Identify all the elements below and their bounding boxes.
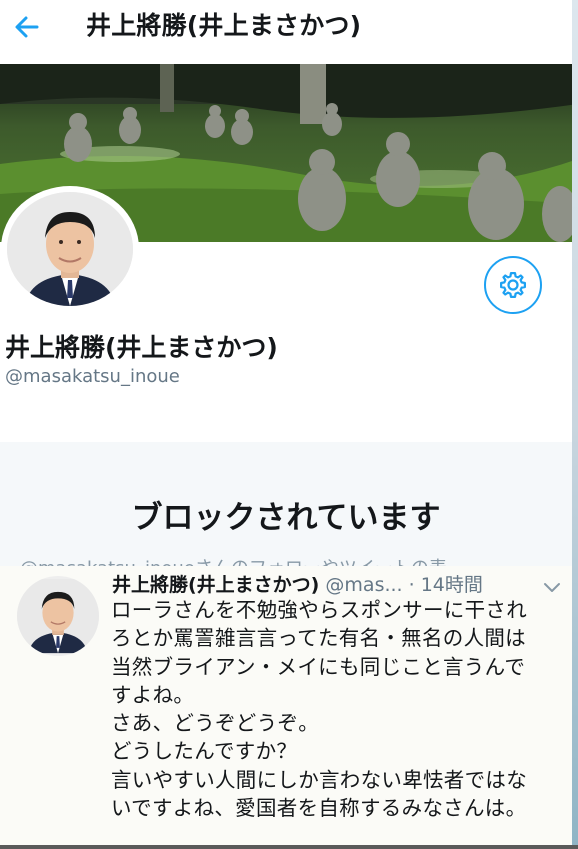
arrow-left-icon <box>15 16 39 38</box>
chevron-down-icon <box>544 583 560 592</box>
avatar <box>7 192 133 306</box>
tweet-text-line: どうしたんですか？ <box>111 739 298 764</box>
tweet-text-line: 言いやすい人間にしか言わない卑怯者ではな <box>111 767 527 792</box>
bottom-divider <box>0 845 578 849</box>
tweet-header: 井上將勝(井上まさかつ) @mas... · 14時間 <box>112 570 483 597</box>
blocked-title: ブロックされています <box>131 500 441 536</box>
tweet-card[interactable]: 井上將勝(井上まさかつ) @mas... · 14時間 ローラさんを不勉強やらス… <box>0 566 572 846</box>
window-edge <box>572 0 578 849</box>
tweet-text-line: すよね。 <box>111 682 195 707</box>
tweet-text-line: いですよね、愛国者を自称するみなさんは。 <box>111 796 527 821</box>
page-title: 井上將勝(井上まさかつ) <box>86 11 362 40</box>
profile-avatar[interactable] <box>1 186 139 311</box>
top-bar: 井上將勝(井上まさかつ) <box>0 0 578 58</box>
tweet-author-name[interactable]: 井上將勝(井上まさかつ) <box>112 574 319 596</box>
back-button[interactable] <box>10 10 44 44</box>
profile-name: 井上將勝(井上まさかつ) <box>5 333 278 362</box>
tweet-meta: @mas... · 14時間 <box>319 574 483 596</box>
tweet-text-line: さあ、どうぞどうぞ。 <box>111 711 319 736</box>
gear-icon <box>500 272 526 298</box>
settings-button[interactable] <box>484 256 542 314</box>
tweet-text: ローラさんを不勉強やらスポンサーに干され ろとか罵詈雑言言ってた有名・無名の人間… <box>111 596 571 822</box>
tweet-avatar[interactable] <box>17 576 99 656</box>
tweet-text-line: 当然ブライアン・メイにも同じこと言うんで <box>111 654 526 679</box>
blocked-notice: ブロックされています @masakatsu_inoueさんのフォローやツイートの… <box>0 442 572 579</box>
tweet-text-line: ろとか罵詈雑言言ってた有名・無名の人間は <box>111 626 526 651</box>
tweet-text-line: ローラさんを不勉強やらスポンサーに干され <box>111 598 527 622</box>
profile-handle: @masakatsu_inoue <box>5 366 180 387</box>
